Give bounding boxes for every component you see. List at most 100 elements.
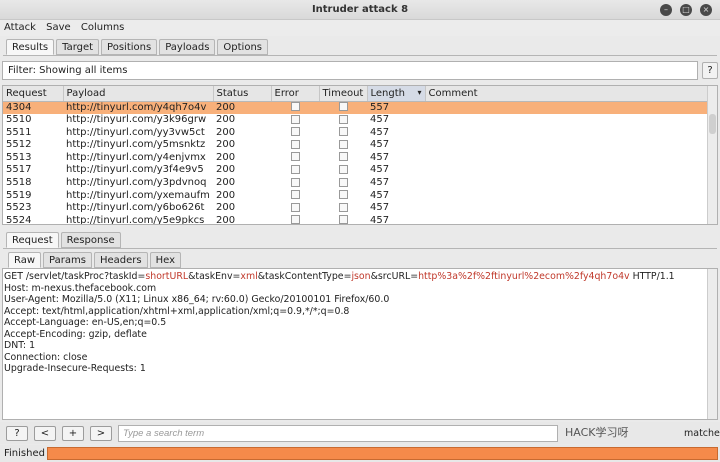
table-row[interactable]: 5524 http://tinyurl.com/y5e9pkcs 200 457 [3,214,709,225]
raw-request-editor[interactable]: GET /servlet/taskProc?taskId=shortURL&ta… [2,268,718,420]
cell-request: 4304 [3,101,63,115]
table-row[interactable]: 5517 http://tinyurl.com/y3f4e9v5 200 457 [3,164,709,177]
col-comment[interactable]: Comment [425,86,710,102]
editor-scrollbar[interactable] [707,269,717,419]
next-button[interactable]: > [90,426,112,441]
table-row[interactable]: 5511 http://tinyurl.com/yy3vw5ct 200 457 [3,127,709,140]
table-row[interactable]: 5523 http://tinyurl.com/y6bo626t 200 457 [3,202,709,215]
cell-comment [425,190,709,203]
tab-raw[interactable]: Raw [8,252,42,268]
tab-payloads[interactable]: Payloads [159,39,216,55]
cell-length: 557 [367,101,425,115]
checkbox-icon [290,139,300,149]
tab-params[interactable]: Params [43,252,92,268]
main-tabs: Results Target Positions Payloads Option… [6,39,269,55]
filter-help-button[interactable]: ? [702,62,718,79]
cell-request: 5524 [6,214,32,225]
tab-response[interactable]: Response [60,232,121,248]
col-status[interactable]: Status [213,86,272,102]
request-text: taskContentType [265,271,344,282]
checkbox-icon [338,177,348,187]
checkbox-icon [338,152,348,162]
cell-error [271,152,319,165]
cell-comment [425,215,709,224]
close-icon[interactable]: × [700,4,712,16]
table-row[interactable]: 5518 http://tinyurl.com/y3pdvnoq 200 457 [3,177,709,190]
table-scrollbar[interactable] [707,86,717,224]
col-length[interactable]: Length ▾ [367,86,426,102]
request-text: HTTP/1.1 [629,271,675,282]
cell-status: 200 [216,202,236,214]
search-input[interactable] [118,425,558,442]
cell-timeout [319,127,367,140]
checkbox-icon [290,114,300,124]
cell-status: 200 [216,177,236,189]
request-text: taskId [109,271,138,282]
cell-status: 200 [216,164,236,176]
cell-comment [425,164,709,177]
cell-request: 5510 [6,114,32,126]
tab-results[interactable]: Results [6,39,55,55]
param-value: json [351,271,371,282]
cell-payload: http://tinyurl.com/y3k96grw [66,114,207,126]
request-line: GET /servlet/taskProc?taskId=shortURL&ta… [4,271,716,283]
header-line: Accept-Language: en-US,en;q=0.5 [4,317,167,328]
tab-headers[interactable]: Headers [93,252,148,268]
header-line: DNT: 1 [4,340,36,351]
cell-payload: http://tinyurl.com/yxemaufm [66,189,210,201]
scrollbar-thumb[interactable] [709,114,716,134]
matches-label: matches [684,428,720,439]
tab-divider [3,55,717,56]
cell-error [271,215,319,224]
checkbox-icon [338,114,348,124]
add-button[interactable]: + [62,426,84,441]
table-row[interactable]: 5512 http://tinyurl.com/y5msnktz 200 457 [3,139,709,152]
col-request[interactable]: Request [3,86,64,102]
param-value: xml [240,271,258,282]
table-row[interactable]: 5519 http://tinyurl.com/yxemaufm 200 457 [3,190,709,203]
tab-positions[interactable]: Positions [101,39,158,55]
header-line: Host: m-nexus.thefacebook.com [4,282,157,294]
table-row[interactable]: 5510 http://tinyurl.com/y3k96grw 200 457 [3,114,709,127]
maximize-icon[interactable]: □ [680,4,692,16]
checkbox-icon [338,102,348,111]
detail-tabs: Request Response [6,232,121,248]
previous-button[interactable]: < [34,426,56,441]
menu-save[interactable]: Save [42,20,74,33]
cell-status: 200 [216,114,236,126]
cell-request: 5513 [6,151,32,163]
help-button[interactable]: ? [6,426,28,441]
cell-status: 200 [213,101,271,115]
cell-request: 5517 [6,164,32,176]
menu-attack[interactable]: Attack [0,20,39,33]
cell-payload: http://tinyurl.com/y5e9pkcs [66,214,205,225]
table-row[interactable]: 4304 http://tinyurl.com/y4qh7o4v 200 557 [3,101,709,115]
search-bar: ? < + > HACK学习呀 matches [0,422,720,444]
col-length-label: Length [370,87,406,99]
tab-options[interactable]: Options [217,39,269,55]
tab-target[interactable]: Target [56,39,100,55]
tab-request[interactable]: Request [6,232,59,248]
checkbox-icon [338,139,348,149]
progress-bar [47,447,718,460]
tab-hex[interactable]: Hex [149,252,181,268]
cell-error [271,164,319,177]
table-row[interactable]: 5513 http://tinyurl.com/y4enjvmx 200 457 [3,152,709,165]
col-payload[interactable]: Payload [63,86,214,102]
cell-length: 457 [370,214,390,225]
cell-error [271,202,319,215]
cell-length: 457 [370,114,390,126]
cell-timeout [319,139,367,152]
cell-length: 457 [370,189,390,201]
minimize-icon[interactable]: – [660,4,672,16]
col-error[interactable]: Error [271,86,320,102]
filter-bar[interactable]: Filter: Showing all items [2,61,698,80]
checkbox-icon [290,190,300,200]
menu-columns[interactable]: Columns [77,20,128,33]
detail-tab-divider [3,248,717,249]
cell-status: 200 [216,214,236,225]
cell-comment [425,202,709,215]
cell-timeout [319,152,367,165]
cell-length: 457 [370,177,390,189]
col-timeout[interactable]: Timeout [319,86,368,102]
